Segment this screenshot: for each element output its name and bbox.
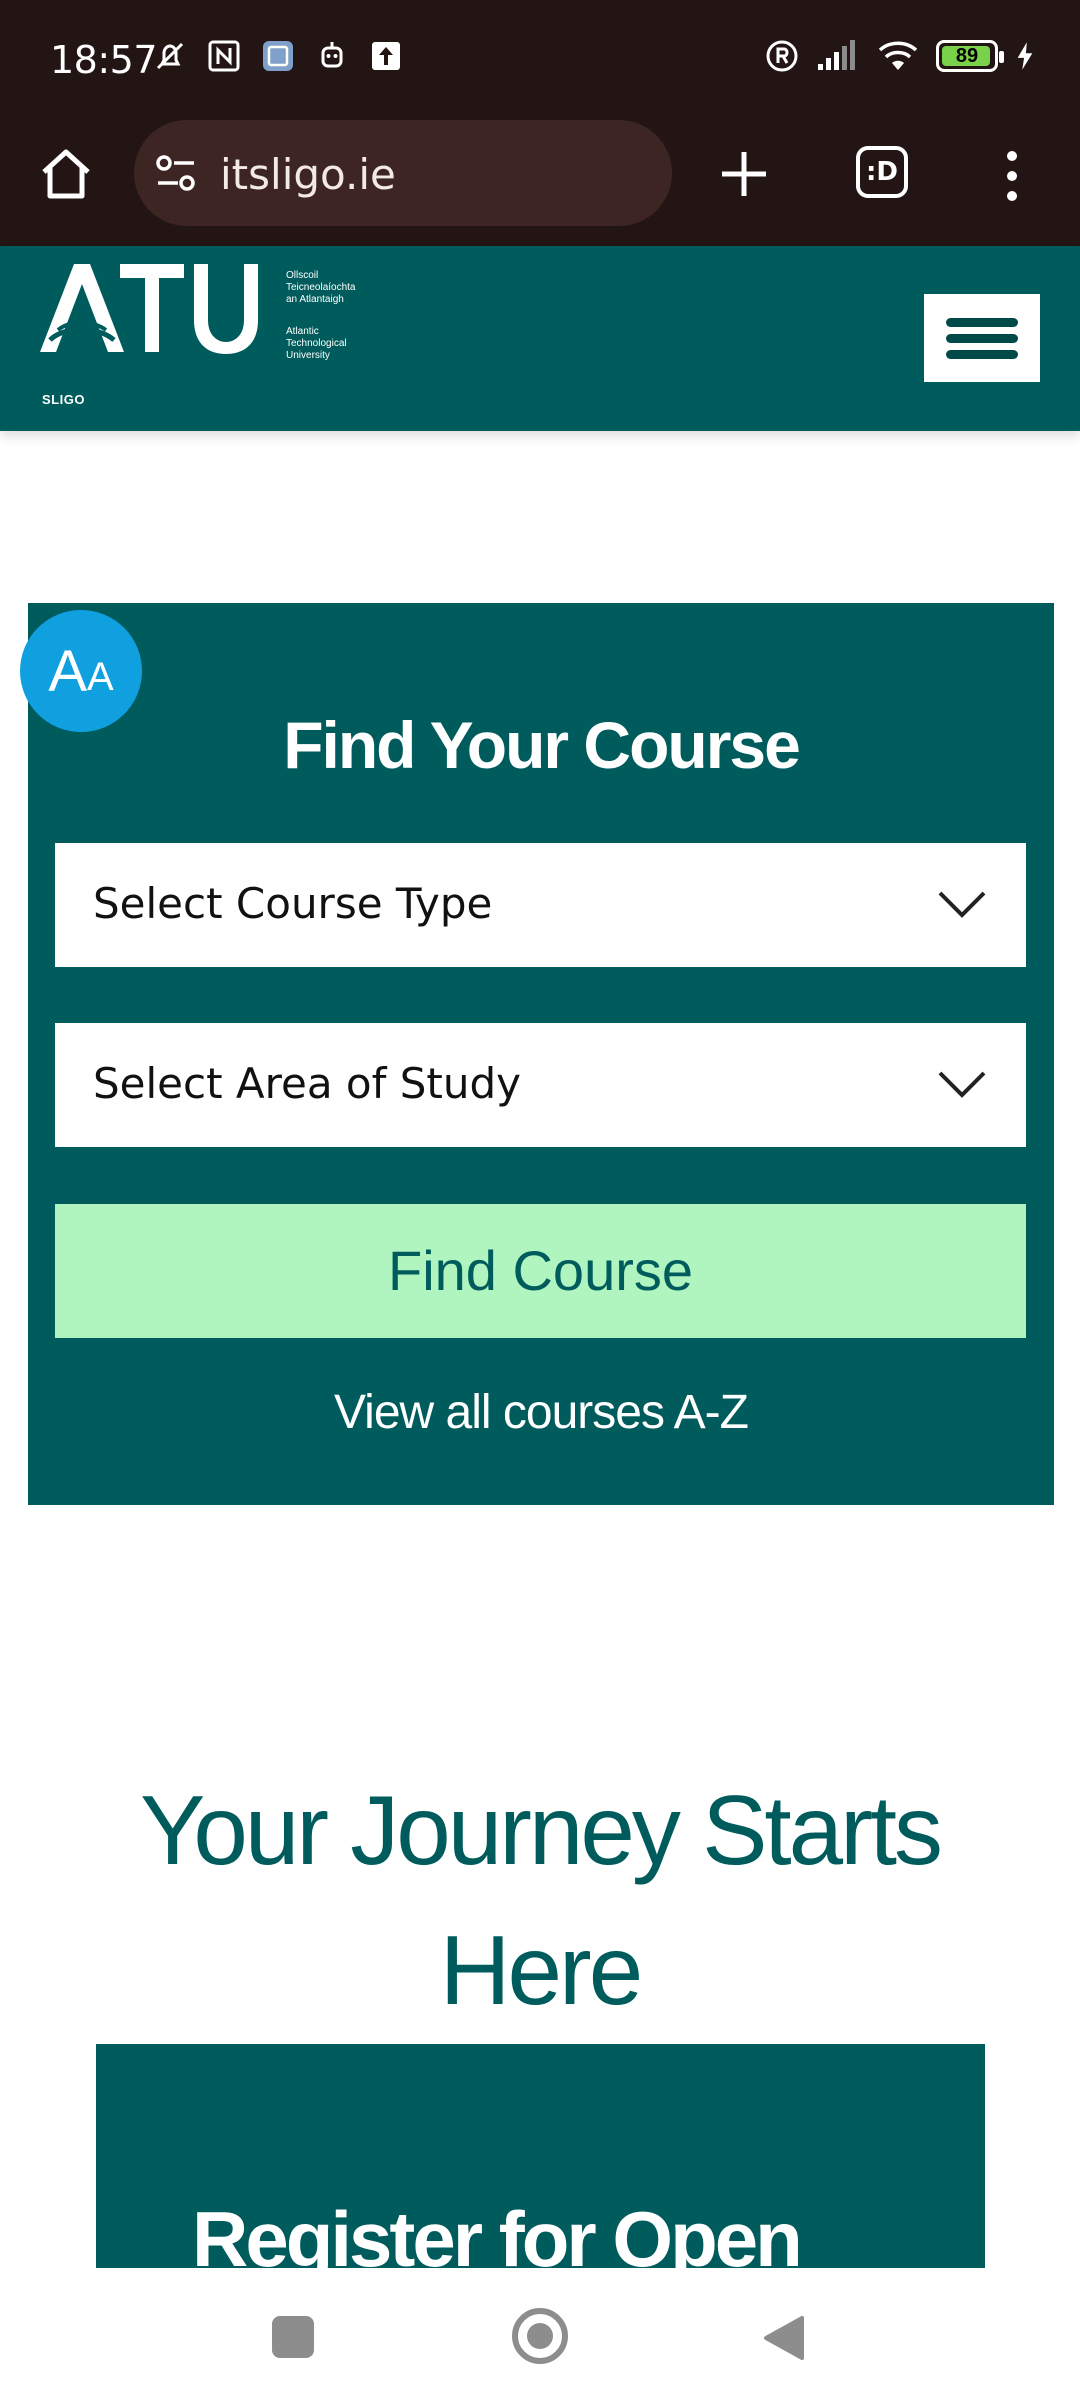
chevron-down-icon: [938, 1071, 986, 1098]
site-header: Ollscoil Teicneolaíochta an Atlantaigh A…: [0, 246, 1080, 431]
status-left-icons: [152, 38, 404, 74]
home-icon[interactable]: [34, 142, 98, 206]
signal-icon: [818, 40, 855, 70]
battery-icon: 89: [936, 40, 1004, 72]
hamburger-menu-button[interactable]: [924, 294, 1040, 382]
status-time: 18:57: [50, 38, 158, 82]
course-type-placeholder: Select Course Type: [93, 879, 493, 928]
wifi-icon: [878, 41, 918, 70]
bot-icon: [321, 42, 343, 68]
more-options-icon[interactable]: [996, 144, 1028, 208]
home-circle-icon[interactable]: [512, 2308, 568, 2364]
hamburger-icon-line: [946, 350, 1018, 359]
status-bar: 18:57 89: [0, 0, 1080, 120]
logo-irish-name: Ollscoil Teicneolaíochta an Atlantaigh: [286, 270, 356, 305]
find-course-title: Find Your Course: [283, 708, 801, 782]
open-day-card-title: Register for Open: [192, 2195, 803, 2268]
course-type-select[interactable]: Select Course Type: [55, 843, 1026, 967]
browser-toolbar: itsligo.ie :D: [0, 120, 1080, 246]
hamburger-icon-line: [946, 318, 1018, 327]
open-day-card[interactable]: Register for Open: [96, 2044, 985, 2268]
chevron-down-icon: [938, 891, 986, 918]
area-of-study-placeholder: Select Area of Study: [93, 1059, 522, 1108]
find-course-panel: Find Your Course Select Course Type Sele…: [28, 603, 1054, 1505]
accessibility-text-size-button[interactable]: AA: [20, 610, 142, 732]
logo-campus: SLIGO: [42, 392, 85, 407]
screen: 18:57 89 itsligo.ie:D Ollscoil Teicneol…: [0, 0, 1080, 2400]
nfc-icon: [208, 40, 240, 72]
battery-level: 89: [955, 44, 979, 67]
hamburger-icon-line: [946, 334, 1018, 343]
recent-apps-icon[interactable]: [272, 2316, 314, 2358]
area-of-study-select[interactable]: Select Area of Study: [55, 1023, 1026, 1147]
address-bar[interactable]: itsligo.ie: [134, 120, 672, 226]
view-all-courses-link[interactable]: View all courses A-Z: [28, 1385, 1054, 1440]
aa-big-letter: A: [48, 638, 87, 704]
find-course-button[interactable]: Find Course: [55, 1204, 1026, 1338]
site-settings-icon[interactable]: [154, 153, 198, 193]
gallery-icon: [263, 41, 293, 71]
tab-switcher-button[interactable]: :D: [856, 146, 908, 198]
back-triangle-icon[interactable]: [762, 2314, 806, 2362]
system-navigation-bar: [0, 2268, 1080, 2400]
registered-icon: [766, 40, 798, 72]
atu-logo-mark: [40, 264, 258, 354]
new-tab-icon[interactable]: [712, 142, 776, 206]
atu-logo[interactable]: Ollscoil Teicneolaíochta an Atlantaigh A…: [40, 260, 380, 410]
mute-icon: [156, 42, 184, 70]
status-right-icons: 89: [764, 38, 1036, 74]
journey-heading: Your Journey Starts Here: [139, 1775, 943, 2025]
url-text[interactable]: itsligo.ie: [220, 150, 396, 199]
logo-english-name: Atlantic Technological University: [286, 326, 347, 361]
upload-icon: [372, 42, 400, 70]
charging-icon: [1017, 42, 1033, 70]
aa-small-letter: A: [87, 654, 114, 699]
